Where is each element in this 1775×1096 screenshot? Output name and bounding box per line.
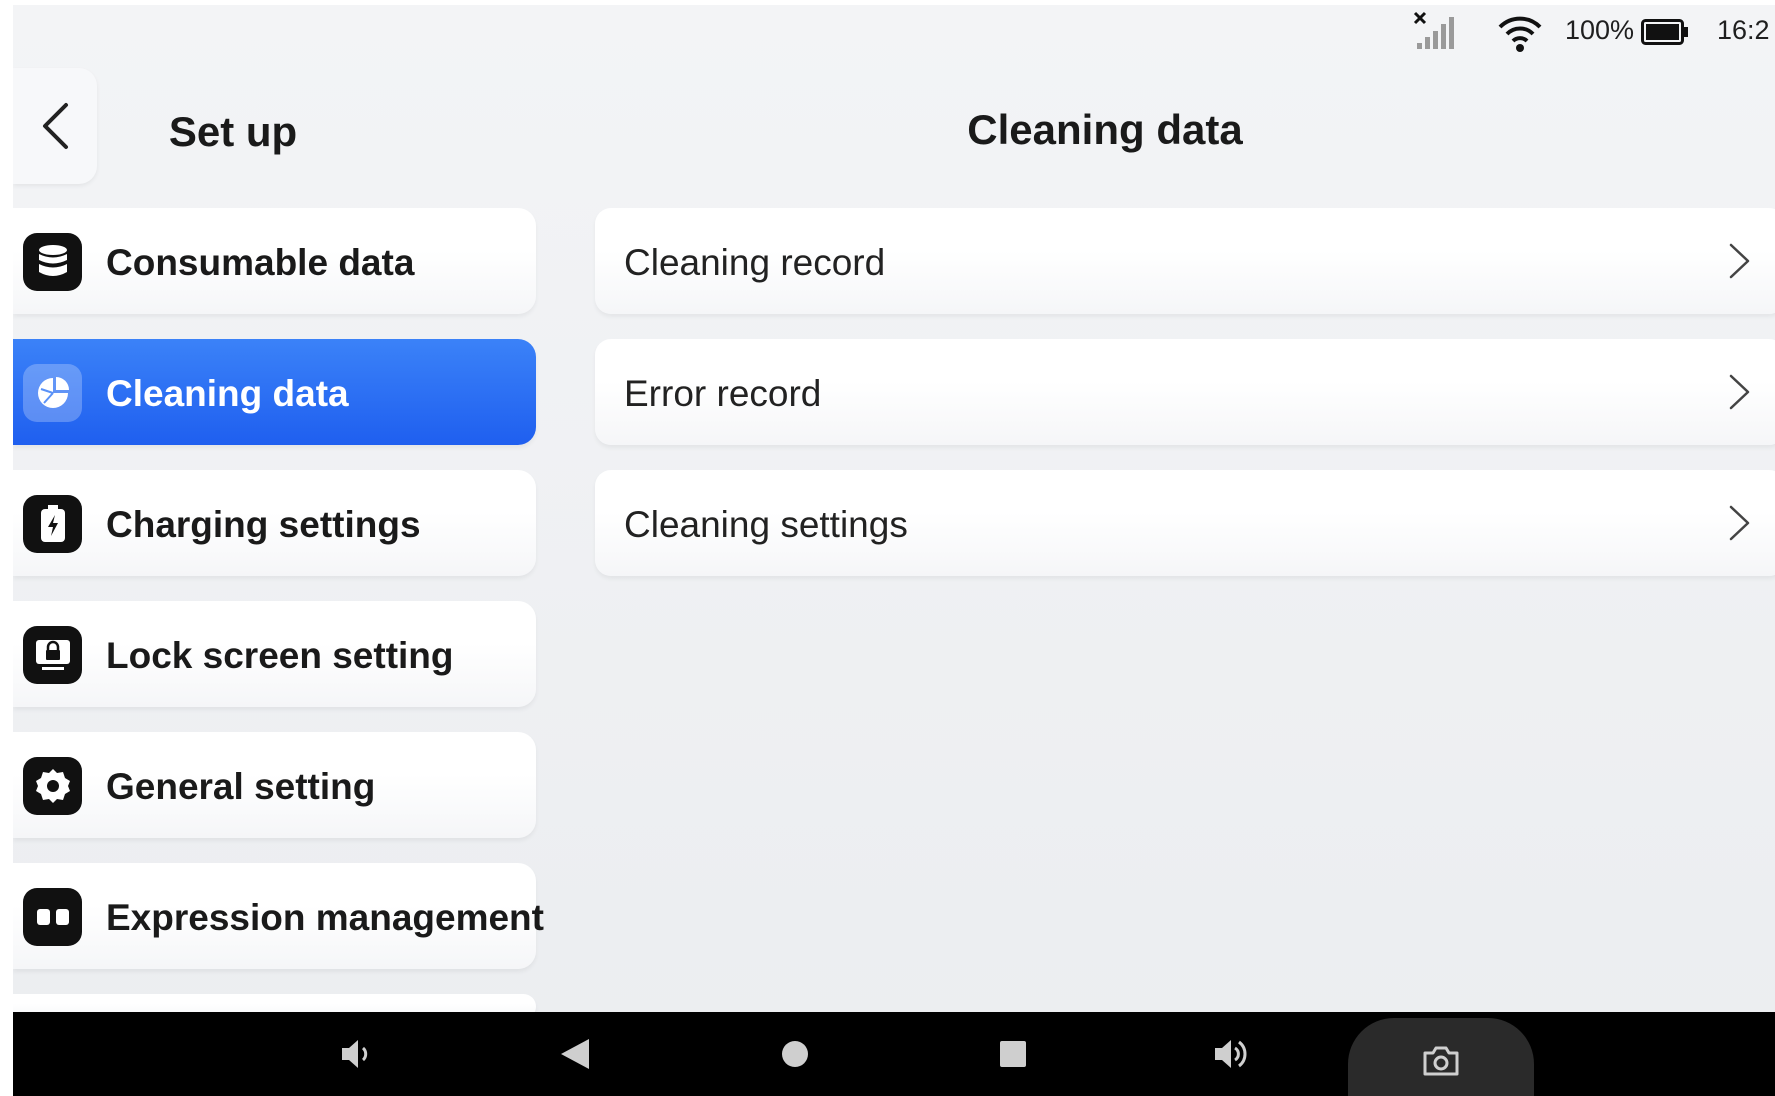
camera-icon bbox=[1423, 1046, 1459, 1076]
gear-icon bbox=[23, 757, 82, 815]
navigation-bar bbox=[13, 1012, 1775, 1096]
clock: 16:2 bbox=[1717, 15, 1770, 45]
back-triangle-icon bbox=[561, 1039, 589, 1069]
battery-charging-icon bbox=[23, 495, 82, 553]
volume-up-button[interactable] bbox=[1186, 1012, 1276, 1096]
screenshot-button[interactable] bbox=[1348, 1018, 1534, 1096]
back-button[interactable] bbox=[13, 68, 97, 184]
home-circle-icon bbox=[782, 1041, 808, 1067]
sidebar-item-label: Cleaning data bbox=[106, 373, 349, 414]
sidebar-item-label: Charging settings bbox=[106, 504, 421, 545]
volume-down-icon bbox=[342, 1040, 368, 1068]
page-title: Cleaning data bbox=[967, 106, 1243, 153]
chevron-right-icon bbox=[1729, 505, 1750, 541]
cleaning-record-row[interactable]: Cleaning record bbox=[595, 208, 1775, 314]
sidebar-item-label: Lock screen setting bbox=[106, 635, 454, 676]
sidebar-item-label: Expression management bbox=[106, 897, 544, 938]
expression-icon bbox=[23, 888, 82, 946]
screen: 100% 16:2 Set up Cleaning data Consumabl… bbox=[13, 5, 1775, 1096]
no-signal-icon bbox=[1413, 11, 1454, 49]
error-record-row[interactable]: Error record bbox=[595, 339, 1775, 445]
sidebar: Consumable data Cleaning data Charging s… bbox=[13, 208, 544, 1019]
sidebar-title: Set up bbox=[168, 108, 298, 155]
sidebar-item-consumable-data[interactable]: Consumable data bbox=[13, 208, 536, 314]
lock-screen-icon bbox=[23, 626, 82, 684]
wifi-icon bbox=[1498, 16, 1542, 52]
sidebar-item-cleaning-data[interactable]: Cleaning data bbox=[13, 339, 536, 445]
home-nav-button[interactable] bbox=[750, 1012, 840, 1096]
pie-chart-icon bbox=[23, 364, 82, 422]
row-label: Cleaning record bbox=[624, 242, 886, 283]
cleaning-settings-row[interactable]: Cleaning settings bbox=[595, 470, 1775, 576]
sidebar-item-general-setting[interactable]: General setting bbox=[13, 732, 536, 838]
battery-percent: 100% bbox=[1565, 15, 1635, 45]
chevron-left-icon bbox=[43, 103, 68, 149]
sidebar-item-charging-settings[interactable]: Charging settings bbox=[13, 470, 536, 576]
chevron-right-icon bbox=[1729, 374, 1750, 410]
database-icon bbox=[23, 233, 82, 291]
volume-down-button[interactable] bbox=[311, 1012, 401, 1096]
battery-icon bbox=[1641, 19, 1688, 45]
row-label: Cleaning settings bbox=[624, 504, 908, 545]
sidebar-item-expression-management[interactable]: Expression management bbox=[13, 863, 544, 969]
status-bar: 100% 16:2 bbox=[13, 5, 1775, 55]
cleaning-data-panel: Cleaning record Error record Cleaning se… bbox=[595, 208, 1775, 601]
row-label: Error record bbox=[624, 373, 822, 414]
sidebar-item-lock-screen-setting[interactable]: Lock screen setting bbox=[13, 601, 536, 707]
chevron-right-icon bbox=[1729, 243, 1750, 279]
sidebar-item-label: Consumable data bbox=[106, 242, 415, 283]
recents-square-icon bbox=[1000, 1041, 1026, 1067]
sidebar-item-label: General setting bbox=[106, 766, 376, 807]
recents-nav-button[interactable] bbox=[968, 1012, 1058, 1096]
volume-up-icon bbox=[1215, 1040, 1247, 1068]
back-nav-button[interactable] bbox=[530, 1012, 620, 1096]
